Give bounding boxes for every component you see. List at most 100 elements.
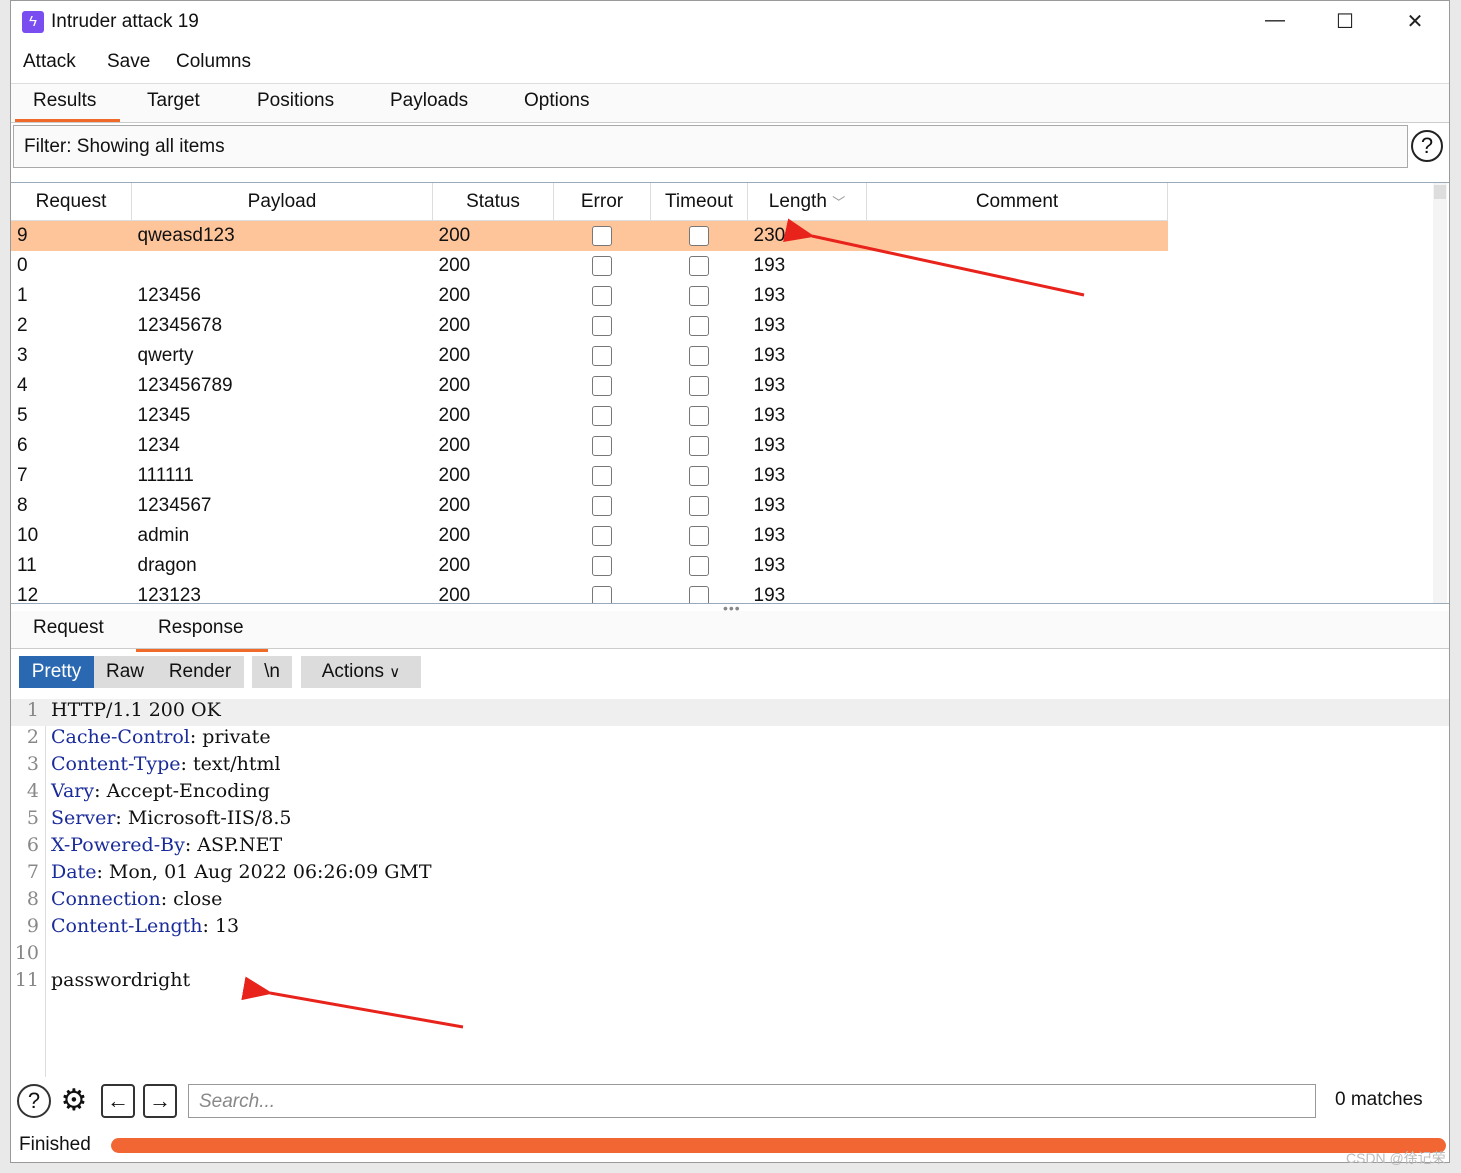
column-timeout[interactable]: Timeout — [650, 183, 748, 221]
tab-target[interactable]: Target — [147, 90, 200, 112]
length-cell: 193 — [753, 495, 786, 516]
column-payload[interactable]: Payload — [131, 183, 433, 221]
table-row[interactable]: 7 111111 200 193 — [11, 461, 1168, 491]
timeout-checkbox — [689, 465, 709, 486]
column-length[interactable]: Length ﹀ — [747, 183, 867, 221]
error-checkbox — [592, 255, 612, 276]
length-cell: 230 — [747, 220, 867, 251]
watermark: CSDN @徐记荣 — [1346, 1150, 1446, 1166]
results-scrollbar[interactable] — [1433, 183, 1447, 603]
table-row[interactable]: 8 1234567 200 193 — [11, 491, 1168, 521]
request-cell: 5 — [17, 405, 28, 426]
tab-response[interactable]: Response — [136, 617, 268, 652]
header-value: : close — [160, 888, 223, 910]
tab-positions[interactable]: Positions — [257, 90, 334, 112]
tab-options[interactable]: Options — [524, 90, 589, 112]
line-number: 3 — [26, 753, 39, 775]
table-row[interactable]: 3 qwerty 200 193 — [11, 341, 1168, 371]
table-row[interactable]: 0 200 193 — [11, 251, 1168, 281]
newline-toggle-button[interactable]: \n — [252, 656, 292, 688]
tab-payloads[interactable]: Payloads — [390, 90, 468, 112]
tab-request[interactable]: Request — [33, 617, 104, 639]
column-error[interactable]: Error — [553, 183, 651, 221]
gear-icon[interactable]: ⚙ — [57, 1084, 91, 1118]
line-text: Vary: Accept-Encoding — [51, 780, 270, 802]
payload-cell: 123456789 — [137, 375, 233, 396]
filter-bar[interactable]: Filter: Showing all items — [13, 125, 1408, 168]
progress-fill — [111, 1138, 1446, 1153]
header-value: : Microsoft-IIS/8.5 — [115, 807, 292, 829]
payload-cell — [132, 251, 433, 281]
request-cell: 10 — [17, 525, 39, 546]
filter-text: Filter: Showing all items — [24, 136, 225, 157]
back-arrow-icon[interactable]: ← — [101, 1084, 135, 1118]
table-row[interactable]: 2 12345678 200 193 — [11, 311, 1168, 341]
timeout-checkbox — [689, 585, 709, 603]
progress-bar — [111, 1138, 1446, 1153]
column-request[interactable]: Request — [11, 183, 132, 221]
error-checkbox — [592, 495, 612, 516]
table-row[interactable]: 5 12345 200 193 — [11, 401, 1168, 431]
status-cell: 200 — [438, 255, 471, 276]
menu-attack[interactable]: Attack — [23, 51, 76, 73]
line-text: Server: Microsoft-IIS/8.5 — [51, 807, 291, 829]
burp-lightning-icon: ϟ — [22, 11, 44, 33]
close-icon[interactable]: ✕ — [1395, 9, 1435, 34]
tab-results[interactable]: Results — [14, 90, 121, 122]
length-cell: 193 — [753, 315, 786, 336]
comment-cell — [867, 281, 1168, 311]
table-row[interactable]: 1 123456 200 193 — [11, 281, 1168, 311]
line-number: 8 — [26, 888, 39, 910]
code-line: 10 — [11, 942, 1449, 969]
column-comment[interactable]: Comment — [866, 183, 1168, 221]
help-icon[interactable]: ? — [1411, 130, 1443, 162]
error-checkbox — [592, 585, 612, 603]
payload-cell: 123456 — [137, 285, 201, 306]
menu-save[interactable]: Save — [107, 51, 150, 73]
request-cell: 9 — [11, 220, 132, 251]
search-input[interactable]: Search... — [188, 1084, 1316, 1118]
timeout-cell — [651, 551, 748, 581]
code-line: 5 Server: Microsoft-IIS/8.5 — [11, 807, 1449, 834]
raw-button[interactable]: Raw — [94, 656, 156, 688]
timeout-checkbox — [689, 345, 709, 366]
response-editor[interactable]: 1 HTTP/1.1 200 OK 2 Cache-Control: private 3… — [11, 699, 1449, 1077]
forward-arrow-icon[interactable]: → — [143, 1084, 177, 1118]
table-row[interactable]: 10 admin 200 193 — [11, 521, 1168, 551]
maximize-icon[interactable]: ☐ — [1325, 9, 1365, 34]
error-checkbox — [592, 435, 612, 456]
request-cell: 12 — [17, 585, 39, 604]
payload-cell: 12345678 — [137, 315, 223, 336]
render-button[interactable]: Render — [156, 656, 244, 688]
table-row[interactable]: 11 dragon 200 193 — [11, 551, 1168, 581]
length-cell: 193 — [753, 435, 786, 456]
pretty-button[interactable]: Pretty — [19, 656, 94, 688]
status-cell: 200 — [438, 555, 471, 576]
timeout-cell — [651, 461, 748, 491]
table-row[interactable]: 6 1234 200 193 — [11, 431, 1168, 461]
status-cell: 200 — [438, 345, 471, 366]
table-row[interactable]: 9 qweasd123 200 230 — [11, 220, 1168, 251]
scrollbar-thumb[interactable] — [1434, 185, 1446, 199]
help-icon[interactable]: ? — [17, 1084, 51, 1118]
comment-cell — [867, 521, 1168, 551]
column-status[interactable]: Status — [432, 183, 554, 221]
status-cell: 200 — [438, 285, 471, 306]
table-row[interactable]: 4 123456789 200 193 — [11, 371, 1168, 401]
actions-dropdown[interactable]: Actions ∨ — [301, 656, 421, 688]
length-cell: 193 — [753, 285, 786, 306]
payload-cell: 111111 — [137, 465, 194, 486]
menu-columns[interactable]: Columns — [176, 51, 251, 73]
line-number: 5 — [26, 807, 39, 829]
comment-cell — [867, 491, 1168, 521]
header-name: Cache-Control — [51, 726, 190, 748]
code-line: 9 Content-Length: 13 — [11, 915, 1449, 942]
table-row[interactable]: 12 123123 200 193 — [11, 581, 1168, 604]
line-number: 6 — [26, 834, 39, 856]
minimize-icon[interactable]: — — [1255, 9, 1295, 32]
length-cell: 193 — [753, 255, 786, 276]
intruder-window: ϟ Intruder attack 19 — ☐ ✕ Attack Save C… — [10, 0, 1450, 1163]
error-checkbox — [592, 345, 612, 366]
header-value: : Accept-Encoding — [94, 780, 270, 802]
line-text: Content-Type: text/html — [51, 753, 281, 775]
